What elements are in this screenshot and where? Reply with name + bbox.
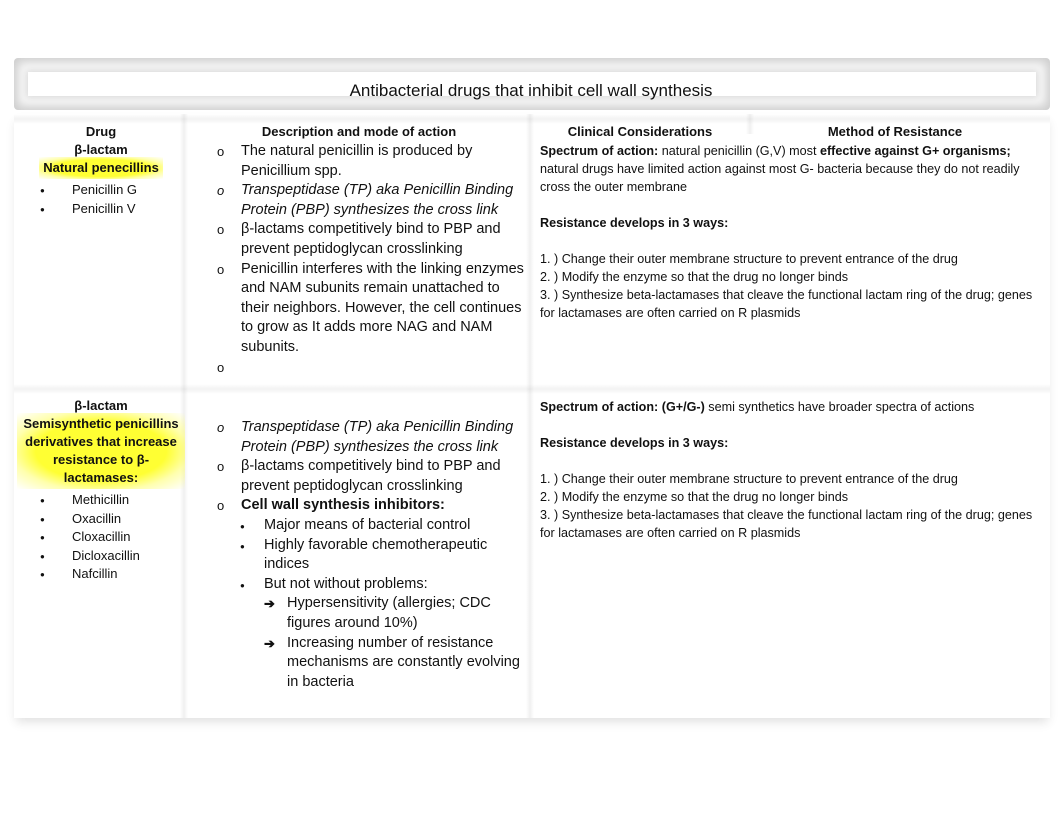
spectrum-of-action: Spectrum of action: (G+/G-) semi synthet… — [540, 398, 1040, 416]
drug-list: Penicillin G Penicillin V — [14, 181, 188, 219]
row1-description-cell: The natural penicillin is produced by Pe… — [214, 142, 530, 378]
problems-heading: But not without problems: — [264, 575, 428, 592]
drug-item: Penicillin G — [14, 181, 188, 200]
resistance-item: 3. ) Synthesize beta-lactamases that cle… — [540, 508, 1033, 540]
description-item: Penicillin interferes with the linking e… — [214, 260, 530, 358]
drug-item: Nafcillin — [14, 565, 188, 584]
drug-list: Methicillin Oxacillin Cloxacillin Diclox… — [14, 491, 188, 584]
drug-item: Penicillin V — [14, 200, 188, 218]
spectrum-bold-text: effective against G+ organisms; — [819, 144, 1011, 158]
description-item: Transpeptidase (TP) aka Penicillin Bindi… — [214, 181, 530, 220]
drug-item: Methicillin — [14, 491, 188, 510]
description-item-empty — [214, 358, 530, 378]
resistance-item: 1. ) Change their outer membrane structu… — [540, 472, 958, 486]
document-title: Antibacterial drugs that inhibit cell wa… — [349, 81, 713, 100]
description-list: The natural penicillin is produced by Pe… — [214, 142, 530, 378]
header-description: Description and mode of action — [261, 124, 457, 139]
description-item-inhibitors: Cell wall synthesis inhibitors: Major me… — [214, 496, 530, 692]
description-item: Transpeptidase (TP) aka Penicillin Bindi… — [214, 418, 530, 457]
spectrum-text: natural drugs have limited action agains… — [540, 162, 1020, 194]
row-divider — [14, 384, 1050, 394]
problem-item: Hypersensitivity (allergies; CDC figures… — [264, 594, 530, 633]
inhibitor-point: Highly favorable chemotherapeutic indice… — [214, 536, 530, 575]
resistance-item: 1. ) Change their outer membrane structu… — [540, 252, 958, 266]
resistance-item: 2. ) Modify the enzyme so that the drug … — [540, 270, 849, 284]
problems-list: Hypersensitivity (allergies; CDC figures… — [264, 594, 530, 692]
description-list: Transpeptidase (TP) aka Penicillin Bindi… — [214, 418, 530, 692]
row2-description-cell: Transpeptidase (TP) aka Penicillin Bindi… — [214, 418, 530, 692]
resistance-item: 3. ) Synthesize beta-lactamases that cle… — [540, 288, 1033, 320]
row2-drug-cell: β-lactam Semisynthetic penicillins deriv… — [14, 398, 188, 584]
resistance-heading: Resistance develops in 3 ways: — [540, 436, 729, 450]
inhibitor-points: Major means of bacterial control Highly … — [214, 516, 530, 692]
drug-class: β-lactam — [74, 142, 128, 157]
row1-drug-cell: β-lactam Natural penecillins Penicillin … — [14, 142, 188, 218]
description-item: β-lactams competitively bind to PBP and … — [214, 457, 530, 496]
spectrum-label: Spectrum of action: — [540, 400, 659, 414]
problem-item: Increasing number of resistance mechanis… — [264, 634, 530, 693]
inhibitor-point: Major means of bacterial control — [214, 516, 530, 536]
header-drug: Drug — [85, 124, 117, 139]
spectrum-label: Spectrum of action: — [540, 144, 659, 158]
inhibitors-heading: Cell wall synthesis inhibitors: — [241, 497, 445, 514]
drug-class: β-lactam — [74, 398, 128, 413]
description-item: β-lactams competitively bind to PBP and … — [214, 220, 530, 259]
row-divider — [14, 114, 1050, 124]
spectrum-text: semi synthetics have broader spectra of … — [704, 400, 975, 414]
spectrum-text: natural penicillin (G,V) most — [658, 144, 820, 158]
row1-clinical-cell: Spectrum of action: natural penicillin (… — [540, 142, 1040, 322]
drug-group-highlight: Natural penecillins — [39, 157, 163, 179]
drug-item: Oxacillin — [14, 510, 188, 528]
drug-group-highlight: Semisynthetic penicillins derivatives th… — [17, 413, 185, 489]
row2-clinical-cell: Spectrum of action: (G+/G-) semi synthet… — [540, 398, 1040, 542]
drug-item: Cloxacillin — [14, 528, 188, 547]
resistance-item: 2. ) Modify the enzyme so that the drug … — [540, 490, 849, 504]
spectrum-of-action: Spectrum of action: natural penicillin (… — [540, 142, 1040, 196]
resistance-heading: Resistance develops in 3 ways: — [540, 216, 729, 230]
drug-item: Dicloxacillin — [14, 547, 188, 565]
header-resistance: Method of Resistance — [827, 124, 963, 139]
spectrum-bold-text: (G+/G-) — [658, 400, 705, 414]
header-clinical: Clinical Considerations — [567, 124, 713, 139]
inhibitor-point-problems: But not without problems: Hypersensitivi… — [214, 575, 530, 693]
description-item: The natural penicillin is produced by Pe… — [214, 142, 530, 181]
